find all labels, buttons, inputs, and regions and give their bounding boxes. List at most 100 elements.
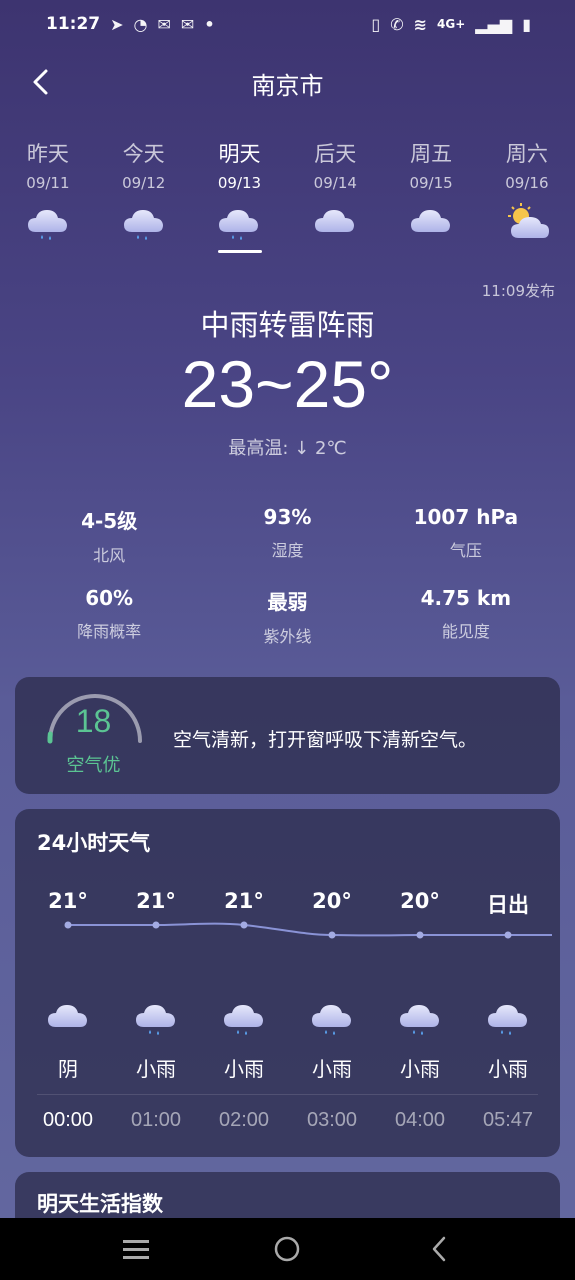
wifi-icon: ≋ [413, 14, 427, 34]
day-tab[interactable]: 今天 09/12 [96, 138, 192, 258]
hourly-icon-cell [200, 997, 288, 1037]
wifi-call-icon: ✆ [390, 14, 404, 34]
hourly-condition: 小雨 [312, 1057, 352, 1081]
detail-value: 1007 hPa [413, 505, 519, 529]
detail-label: 能见度 [441, 622, 490, 641]
hourly-conditions: 阴 小雨 小雨 小雨 小雨 小雨 [24, 1053, 552, 1082]
detail-label: 湿度 [271, 541, 304, 560]
day-tab[interactable]: 周五 09/15 [383, 138, 479, 258]
day-date: 09/13 [217, 174, 262, 192]
hourly-icon-cell [376, 997, 464, 1037]
hourly-forecast-card[interactable]: 24小时天气 21° 21° 21° 20° 20° 日出 阴小雨 小雨 小雨 小雨 小雨 00:… [15, 809, 560, 1157]
detail-value: 4.75 km [420, 586, 512, 610]
hourly-condition: 小雨 [488, 1057, 528, 1081]
day-date: 09/11 [26, 174, 70, 192]
top-bar: 南京市 [0, 56, 575, 110]
temp-point [64, 921, 72, 929]
selected-indicator [217, 250, 262, 253]
cloud-icon [44, 997, 92, 1037]
detail-value: 60% [85, 586, 134, 610]
vibrate-icon: ▯ [371, 14, 381, 34]
detail-value: 4-5级 [81, 509, 138, 533]
day-name: 明天 [218, 142, 261, 166]
hourly-icon-cell [464, 997, 552, 1037]
dot-icon: • [204, 14, 215, 34]
divider [37, 1094, 538, 1095]
detail-wind: 4-5级 北风 [0, 505, 198, 586]
hourly-condition: 小雨 [400, 1057, 440, 1081]
hourly-condition: 小雨 [136, 1057, 176, 1081]
signal-icon: ▂▄▆ [475, 14, 513, 34]
hourly-condition: 小雨 [224, 1057, 264, 1081]
rain-cloud-icon [220, 997, 268, 1037]
temperature-curve [64, 921, 552, 939]
publish-time: 11:09发布 [481, 282, 555, 300]
status-bar: 11:27 ➤ ◔ ✉ ✉ • ▯ ✆ ≋ 4G+ ▂▄▆ ▮ [0, 0, 575, 48]
temp-point [328, 931, 336, 939]
detail-pressure: 1007 hPa 气压 [377, 505, 575, 586]
hourly-icon-cell [112, 997, 200, 1037]
aqi-value: 18 [75, 703, 112, 739]
detail-value: 93% [263, 505, 312, 529]
detail-visibility: 4.75 km 能见度 [377, 586, 575, 667]
day-selector: 昨天 09/11 今天 09/12 明天 09/13 后天 09/14 周五 09/15 周六 09/… [0, 138, 575, 258]
rain-cloud-icon [120, 202, 168, 242]
detail-uv: 最弱 紫外线 [198, 586, 376, 667]
day-name: 周五 [410, 142, 453, 166]
day-name: 后天 [314, 142, 357, 166]
day-date: 09/14 [313, 174, 357, 192]
menu-icon [122, 1240, 149, 1259]
day-date: 09/16 [505, 174, 549, 192]
rain-cloud-icon [308, 997, 356, 1037]
day-tab[interactable]: 明天 09/13 [192, 138, 288, 258]
clock: 11:27 [46, 14, 101, 34]
rain-cloud-icon [132, 997, 180, 1037]
telegram-icon: ➤ [110, 14, 124, 34]
rain-cloud-icon [396, 997, 444, 1037]
rain-cloud-icon [484, 997, 532, 1037]
system-nav-bar [0, 1218, 575, 1280]
day-name: 今天 [122, 142, 165, 166]
rain-cloud-icon [24, 202, 72, 242]
mail-icon: ✉ [180, 14, 195, 34]
battery-icon: ▮ [522, 14, 531, 34]
aqi-message: 空气清新，打开窗呼吸下清新空气。 [173, 729, 478, 751]
recent-apps-button[interactable] [116, 1229, 156, 1269]
temp-point [416, 931, 424, 939]
max-temp-change: 最高温: ↓ 2℃ [228, 438, 347, 459]
temp-point [240, 921, 248, 929]
weather-condition: 中雨转雷阵雨 [200, 308, 375, 342]
detail-label: 降雨概率 [77, 622, 142, 641]
day-date: 09/15 [409, 174, 453, 192]
nav-back-button[interactable] [419, 1229, 459, 1269]
rain-cloud-icon [215, 202, 263, 242]
day-tab[interactable]: 后天 09/14 [287, 138, 383, 258]
partly-sunny-icon [503, 202, 551, 242]
temp-point [504, 931, 512, 939]
hourly-time: 00:00 [42, 1109, 94, 1131]
weather-details: 4-5级 北风 93% 湿度 1007 hPa 气压 60% 降雨概率 最弱 紫… [0, 505, 575, 667]
detail-label: 气压 [449, 541, 482, 560]
section-title: 明天生活指数 [37, 1192, 163, 1216]
detail-humidity: 93% 湿度 [198, 505, 376, 586]
air-quality-card[interactable]: 18 空气优 空气清新，打开窗呼吸下清新空气。 [15, 677, 560, 794]
aqi-level: 空气优 [66, 755, 121, 776]
section-title: 24小时天气 [37, 831, 151, 855]
network-type: 4G+ [437, 17, 466, 31]
hourly-condition: 阴 [58, 1057, 78, 1081]
cloud-icon [311, 202, 359, 242]
detail-label: 紫外线 [263, 627, 312, 646]
back-icon [432, 1236, 446, 1262]
hourly-times: 00:00 01:00 02:00 03:00 04:00 05:47 [24, 1109, 552, 1132]
day-tab[interactable]: 昨天 09/11 [0, 138, 96, 258]
hourly-time: 02:00 [218, 1109, 270, 1131]
hourly-time: 05:47 [482, 1109, 534, 1131]
page-title: 南京市 [251, 72, 324, 100]
speedometer-icon: ◔ [133, 14, 148, 34]
detail-rain-chance: 60% 降雨概率 [0, 586, 198, 667]
day-tab[interactable]: 周六 09/16 [479, 138, 575, 258]
hourly-time: 04:00 [394, 1109, 446, 1131]
detail-value: 最弱 [267, 590, 308, 614]
hourly-icon-cell [288, 997, 376, 1037]
home-button[interactable] [267, 1229, 307, 1269]
